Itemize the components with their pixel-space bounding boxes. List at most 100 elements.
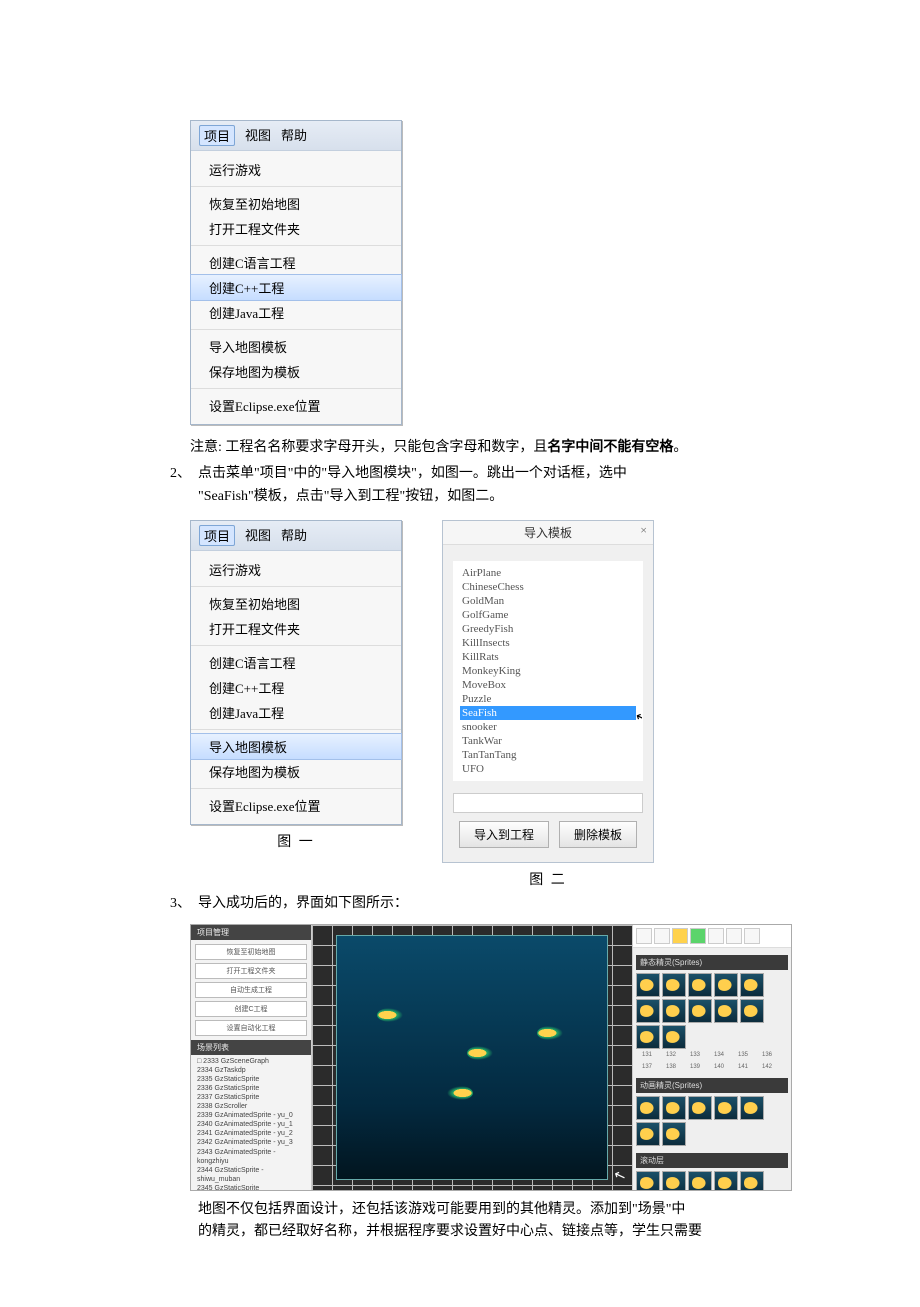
scene-tree-item[interactable]: 2339 GzAnimatedSprite - yu_0 [197, 1111, 305, 1120]
editor-canvas[interactable]: ↖ [312, 925, 632, 1190]
menu-item-create-cpp[interactable]: 创建C++工程 [190, 274, 402, 301]
template-list-item[interactable]: ChineseChess [460, 580, 636, 594]
palette-cell[interactable] [662, 1096, 686, 1120]
palette-cell[interactable] [662, 1025, 686, 1049]
template-name-input[interactable] [453, 793, 643, 813]
palette-number: 136 [756, 1052, 778, 1062]
menu-item[interactable]: 创建Java工程 [191, 700, 401, 725]
editor-left-button[interactable]: 创建C工程 [195, 1001, 307, 1017]
menu-item[interactable]: 创建C++工程 [191, 675, 401, 700]
scene-tree-item[interactable]: 2341 GzAnimatedSprite - yu_2 [197, 1129, 305, 1138]
palette-cell[interactable] [714, 999, 738, 1023]
template-list-item[interactable]: TankWar [460, 734, 636, 748]
editor-left-button[interactable]: 打开工程文件夹 [195, 963, 307, 979]
menu-item[interactable]: 创建C语言工程 [191, 650, 401, 675]
menu-tab-help[interactable]: 帮助 [281, 525, 307, 546]
scene-tree-item[interactable]: 2340 GzAnimatedSprite - yu_1 [197, 1120, 305, 1129]
scene-tree-item[interactable]: □ 2333 GzSceneGraph [197, 1057, 305, 1066]
template-list-item[interactable]: snooker [460, 720, 636, 734]
scene-tree-item[interactable]: 2337 GzStaticSprite [197, 1093, 305, 1102]
palette-cell[interactable] [688, 1096, 712, 1120]
tool-icon[interactable] [726, 928, 742, 944]
menu-tab-project[interactable]: 项目 [199, 525, 235, 546]
menu-tab-project[interactable]: 项目 [199, 125, 235, 146]
scene-tree-item[interactable]: 2336 GzStaticSprite [197, 1084, 305, 1093]
menu-item[interactable]: 创建C语言工程 [191, 250, 401, 275]
palette-cell[interactable] [688, 1171, 712, 1190]
scene-tree-item[interactable]: 2344 GzStaticSprite - shiwu_muban [197, 1166, 305, 1184]
template-list-item[interactable]: GreedyFish [460, 622, 636, 636]
scene-tree-item[interactable]: 2335 GzStaticSprite [197, 1075, 305, 1084]
menu-tab-view[interactable]: 视图 [245, 525, 271, 546]
palette-cell[interactable] [740, 973, 764, 997]
palette-cell[interactable] [662, 1122, 686, 1146]
template-list-item[interactable]: MonkeyKing [460, 664, 636, 678]
palette-cell[interactable] [636, 999, 660, 1023]
template-list-item[interactable]: UFO [460, 762, 636, 776]
palette-cell[interactable] [688, 999, 712, 1023]
template-list-item[interactable]: AirPlane [460, 566, 636, 580]
editor-left-button[interactable]: 设置自动化工程 [195, 1020, 307, 1036]
palette-cell[interactable] [740, 1096, 764, 1120]
menu-item[interactable]: 创建Java工程 [191, 300, 401, 325]
template-list-item[interactable]: GolfGame [460, 608, 636, 622]
palette-cell[interactable] [636, 973, 660, 997]
scene-tree-item[interactable]: 2343 GzAnimatedSprite - kongzhiyu [197, 1148, 305, 1166]
tool-icon[interactable] [690, 928, 706, 944]
scene-tree-item[interactable]: 2342 GzAnimatedSprite - yu_3 [197, 1138, 305, 1147]
palette-cell[interactable] [662, 973, 686, 997]
scene-tree-item[interactable]: 2334 GzTaskdp [197, 1066, 305, 1075]
delete-template-button[interactable]: 删除模板 [559, 821, 637, 848]
menu-item[interactable]: 导入地图模板 [191, 334, 401, 359]
palette-cell[interactable] [740, 1171, 764, 1190]
menu-item[interactable]: 保存地图为模板 [191, 759, 401, 784]
menu-item[interactable]: 打开工程文件夹 [191, 216, 401, 241]
tool-icon[interactable] [744, 928, 760, 944]
template-list-item[interactable]: Puzzle [460, 692, 636, 706]
palette-cell[interactable] [714, 1096, 738, 1120]
template-list-item[interactable]: SeaFish↖ [460, 706, 636, 720]
tool-icon[interactable] [654, 928, 670, 944]
step-2-line1: 点击菜单"项目"中的"导入地图模块"，如图一。跳出一个对话框，选中 [198, 466, 627, 481]
import-to-project-button[interactable]: 导入到工程 [459, 821, 549, 848]
palette-cell[interactable] [636, 1096, 660, 1120]
menu-item[interactable]: 打开工程文件夹 [191, 616, 401, 641]
tool-icon[interactable] [708, 928, 724, 944]
close-icon[interactable]: × [640, 523, 647, 538]
menu-item-import-template[interactable]: 导入地图模板 [190, 733, 402, 760]
palette-cell[interactable] [740, 999, 764, 1023]
editor-left-button[interactable]: 恢复至初始地图 [195, 944, 307, 960]
project-menu-2: 项目 视图 帮助 运行游戏 恢复至初始地图 打开工程文件夹 创建C语言工程 创建… [190, 520, 402, 825]
menu-tab-help[interactable]: 帮助 [281, 125, 307, 146]
palette-cell[interactable] [688, 973, 712, 997]
tool-icon[interactable] [636, 928, 652, 944]
palette-cell[interactable] [636, 1122, 660, 1146]
scene-tree[interactable]: □ 2333 GzSceneGraph 2334 GzTaskdp 2335 G… [191, 1055, 311, 1190]
palette-cell[interactable] [714, 973, 738, 997]
menu-item[interactable]: 运行游戏 [191, 557, 401, 582]
template-list-item[interactable]: KillInsects [460, 636, 636, 650]
menu-item[interactable]: 设置Eclipse.exe位置 [191, 393, 401, 418]
template-list-item[interactable]: MoveBox [460, 678, 636, 692]
menu-item[interactable]: 恢复至初始地图 [191, 591, 401, 616]
palette-cell[interactable] [662, 999, 686, 1023]
scene-tree-item[interactable]: 2338 GzScroller [197, 1102, 305, 1111]
template-list[interactable]: AirPlaneChineseChessGoldManGolfGameGreed… [453, 561, 643, 781]
menu-item[interactable]: 运行游戏 [191, 157, 401, 182]
palette-cell[interactable] [714, 1171, 738, 1190]
menu-tab-view[interactable]: 视图 [245, 125, 271, 146]
palette-cell[interactable] [636, 1025, 660, 1049]
template-list-item[interactable]: KillRats [460, 650, 636, 664]
palette-cell[interactable] [662, 1171, 686, 1190]
palette-cell[interactable] [636, 1171, 660, 1190]
scene-tree-item[interactable]: 2345 GzStaticSprite [197, 1184, 305, 1190]
template-list-item[interactable]: GoldMan [460, 594, 636, 608]
tool-icon[interactable] [672, 928, 688, 944]
menu-item[interactable]: 设置Eclipse.exe位置 [191, 793, 401, 818]
editor-left-panel: 项目管理 恢复至初始地图打开工程文件夹自动生成工程创建C工程设置自动化工程 场景… [191, 925, 312, 1190]
template-list-item[interactable]: TanTanTang [460, 748, 636, 762]
menu-item[interactable]: 恢复至初始地图 [191, 191, 401, 216]
editor-left-button[interactable]: 自动生成工程 [195, 982, 307, 998]
menu-item[interactable]: 保存地图为模板 [191, 359, 401, 384]
note-prefix: 注意: 工程名名称要求字母开头，只能包含字母和数字，且 [190, 440, 547, 455]
